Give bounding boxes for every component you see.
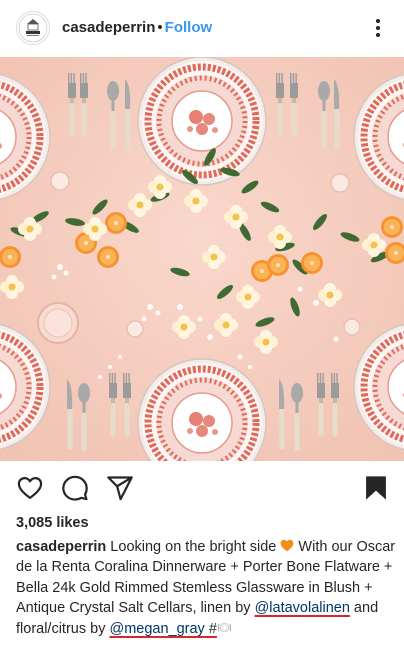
table-setting-image — [0, 57, 404, 461]
caption-text-4: # — [204, 620, 217, 637]
mention-megan-gray[interactable]: @megan_gray — [109, 621, 204, 637]
mention-latavolalinen[interactable]: @latavolalinen — [255, 600, 350, 616]
post-photo[interactable] — [0, 57, 404, 461]
header-separator: • — [157, 19, 163, 36]
follow-button[interactable]: Follow — [165, 19, 213, 36]
avatar[interactable] — [16, 11, 50, 45]
caption-text-1: Looking on the bright side — [106, 539, 281, 555]
orange-heart-emoji-icon — [280, 539, 294, 552]
post-caption: casadeperrin Looking on the bright side … — [16, 537, 396, 639]
likes-count[interactable]: 3,085 likes — [16, 514, 89, 532]
more-vertical-icon[interactable] — [368, 17, 388, 39]
plate-utensils-emoji-icon — [218, 622, 231, 632]
perrin-logo — [18, 13, 48, 43]
heart-outline-icon[interactable] — [16, 474, 44, 502]
action-bar — [0, 466, 404, 510]
bookmark-filled-icon[interactable] — [362, 474, 390, 502]
caption-username[interactable]: casadeperrin — [16, 539, 106, 555]
paper-plane-icon[interactable] — [106, 474, 134, 502]
comment-bubble-icon[interactable] — [61, 474, 89, 502]
header-user-line: casadeperrin • Follow — [62, 19, 212, 37]
header-username[interactable]: casadeperrin — [62, 19, 155, 36]
post-header: casadeperrin • Follow — [0, 0, 404, 57]
